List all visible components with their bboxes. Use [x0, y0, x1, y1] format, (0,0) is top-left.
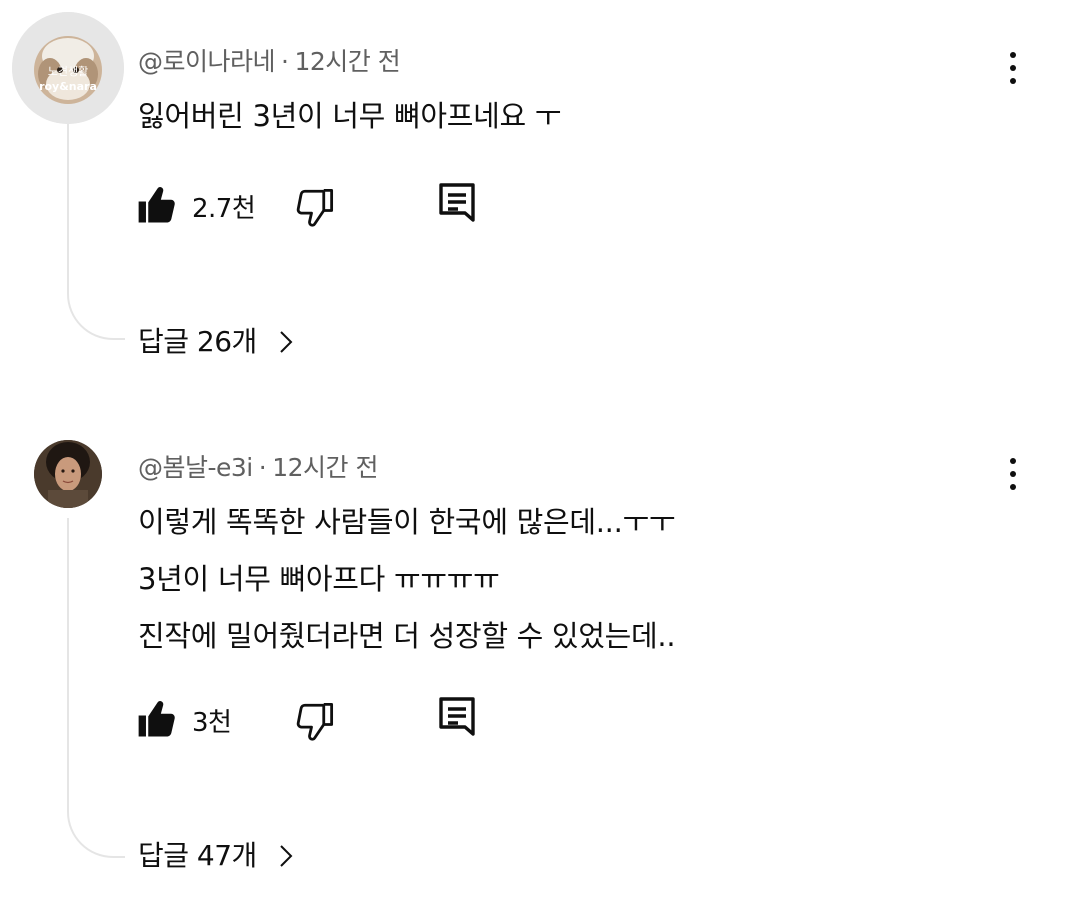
- like-count: 2.7천: [192, 194, 256, 224]
- comment-line: 이렇게 똑똑한 사람들이 한국에 많은데...ㅜㅜ: [138, 505, 676, 539]
- comment-2: @봄날-e3i · 12시간 전 이렇게 똑똑한 사람들이 한국에 많은데...ㅜㅜ…: [0, 400, 1080, 906]
- avatar-image: 노견생활 roy&nara: [12, 12, 124, 124]
- reply-comment-icon[interactable]: [437, 182, 477, 228]
- more-vertical-icon[interactable]: [998, 452, 1028, 496]
- comment-meta: @봄날-e3i · 12시간 전: [138, 448, 378, 484]
- like-count: 3천: [192, 708, 232, 738]
- view-replies-button[interactable]: 답글 47개: [138, 834, 293, 874]
- comment-time[interactable]: 12시간 전: [272, 453, 378, 482]
- author-handle[interactable]: @로이나라네: [138, 47, 276, 76]
- comment-1: 노견생활 roy&nara @로이나라네 · 12시간 전 잃어버린 3년이 너무 …: [0, 0, 1080, 400]
- avatar-image: [34, 440, 102, 508]
- comment-actions: 3천: [0, 694, 600, 744]
- comment-actions: 2.7천: [0, 180, 600, 230]
- author-handle[interactable]: @봄날-e3i: [138, 453, 253, 482]
- view-replies-button[interactable]: 답글 26개: [138, 320, 293, 360]
- comment-meta: @로이나라네 · 12시간 전: [138, 42, 401, 78]
- thumbs-down-outline-icon[interactable]: [294, 700, 336, 742]
- comment-text: 잃어버린 3년이 너무 뼈아프네요 ㅜ: [138, 96, 561, 153]
- thumbs-up-filled-icon[interactable]: [136, 698, 178, 740]
- reply-comment-icon[interactable]: [437, 696, 477, 742]
- chevron-right-icon: [279, 328, 293, 353]
- replies-label: 답글 47개: [138, 839, 257, 872]
- avatar[interactable]: [34, 440, 102, 508]
- comment-text: 이렇게 똑똑한 사람들이 한국에 많은데...ㅜㅜ 3년이 너무 뼈아프다 ㅠㅠ…: [138, 502, 676, 673]
- chevron-right-icon: [279, 842, 293, 867]
- comment-time[interactable]: 12시간 전: [294, 47, 400, 76]
- comment-line: 3년이 너무 뼈아프다 ㅠㅠㅠㅠ: [138, 562, 500, 596]
- more-vertical-icon[interactable]: [998, 46, 1028, 90]
- meta-separator: ·: [258, 453, 267, 482]
- comment-line: 진작에 밀어줬더라면 더 성장할 수 있었는데..: [138, 619, 676, 653]
- meta-separator: ·: [281, 47, 289, 76]
- comment-line: 잃어버린 3년이 너무 뼈아프네요 ㅜ: [138, 99, 562, 133]
- avatar-text-1: 노견생활: [48, 64, 88, 78]
- avatar[interactable]: 노견생활 roy&nara: [12, 12, 124, 124]
- thumbs-up-filled-icon[interactable]: [136, 184, 178, 226]
- replies-label: 답글 26개: [138, 325, 257, 358]
- avatar-text-2: roy&nara: [39, 80, 97, 93]
- thread-line: [67, 518, 125, 858]
- thumbs-down-outline-icon[interactable]: [294, 186, 336, 228]
